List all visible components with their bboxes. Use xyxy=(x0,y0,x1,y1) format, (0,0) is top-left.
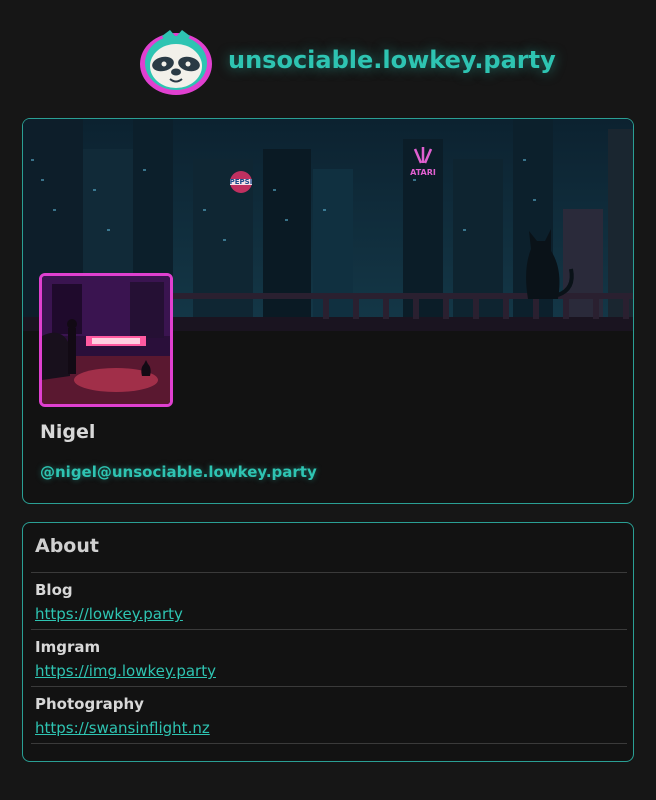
field-photography: Photography https://swansinflight.nz xyxy=(31,686,627,743)
profile-handle[interactable]: @nigel@unsociable.lowkey.party xyxy=(40,463,317,481)
field-divider xyxy=(31,743,627,800)
banner-pepsi-sign: PEPSI xyxy=(230,178,253,186)
field-link-blog[interactable]: https://lowkey.party xyxy=(35,605,183,623)
site-title[interactable]: unsociable.lowkey.party xyxy=(228,46,556,74)
about-heading: About xyxy=(35,535,99,557)
profile-card: PEPSI ATARI Nigel @nigel@unsociable.lowk… xyxy=(22,118,634,504)
avatar-image xyxy=(42,276,170,404)
field-label: Photography xyxy=(35,695,144,713)
field-link-imgram[interactable]: https://img.lowkey.party xyxy=(35,662,216,680)
about-card: About Blog https://lowkey.party Imgram h… xyxy=(22,522,634,762)
field-label: Blog xyxy=(35,581,73,599)
banner-atari-sign: ATARI xyxy=(410,168,436,177)
display-name: Nigel xyxy=(40,421,96,443)
avatar[interactable] xyxy=(39,273,173,407)
field-label: Imgram xyxy=(35,638,101,656)
sloth-logo-icon[interactable] xyxy=(138,28,214,96)
field-link-photography[interactable]: https://swansinflight.nz xyxy=(35,719,210,737)
site-header: unsociable.lowkey.party xyxy=(0,0,656,118)
field-imgram: Imgram https://img.lowkey.party xyxy=(31,629,627,686)
field-blog: Blog https://lowkey.party xyxy=(31,572,627,629)
